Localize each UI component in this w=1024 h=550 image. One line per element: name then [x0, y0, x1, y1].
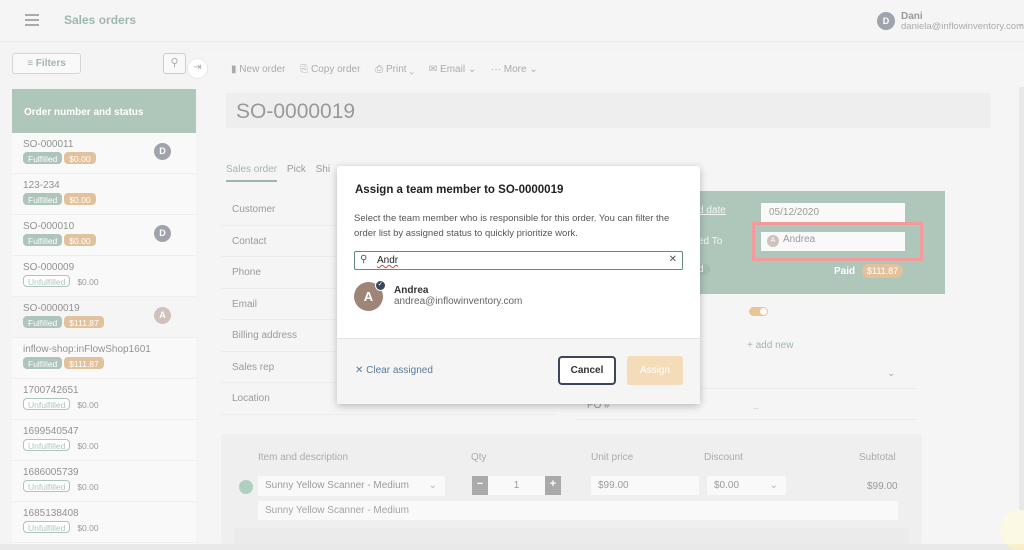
search-icon: ⚲ — [360, 254, 368, 265]
search-input[interactable]: ⚲ Andr ✕ — [354, 251, 683, 270]
dialog-footer: ✕ Clear assigned Cancel Assign — [337, 338, 700, 404]
team-member-option[interactable]: A ✓ Andrea andrea@inflowinventory.com — [354, 280, 683, 312]
close-icon[interactable]: ✕ — [669, 254, 677, 265]
dialog-description: Select the team member who is responsibl… — [354, 213, 670, 239]
cancel-button[interactable]: Cancel — [558, 356, 616, 385]
check-icon: ✓ — [375, 280, 386, 291]
search-value[interactable]: Andr — [377, 255, 398, 266]
clear-assigned-label: Clear assigned — [366, 365, 433, 376]
member-name: Andrea — [394, 285, 429, 296]
assign-dialog: Assign a team member to SO-0000019 Selec… — [337, 166, 700, 404]
clear-assigned-button[interactable]: ✕ Clear assigned — [355, 365, 433, 376]
assign-button[interactable]: Assign — [627, 356, 683, 385]
dialog-title: Assign a team member to SO-0000019 — [355, 184, 564, 196]
member-email: andrea@inflowinventory.com — [394, 296, 523, 307]
